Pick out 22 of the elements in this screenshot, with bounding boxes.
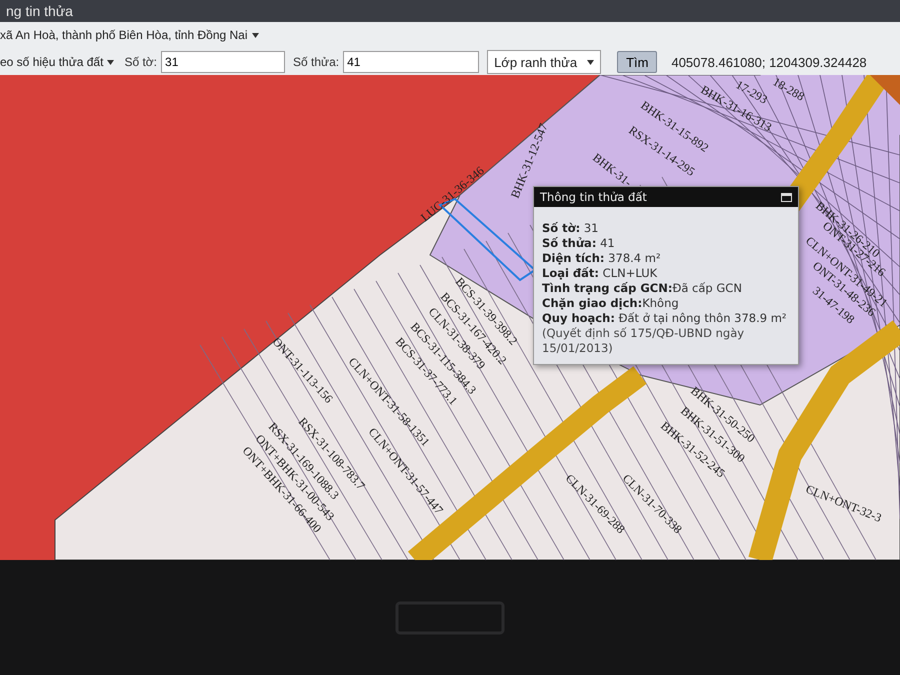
- location-dropdown[interactable]: xã An Hoà, thành phố Biên Hòa, tỉnh Đồng Nai: [0, 28, 258, 42]
- decision-note: (Quyết định số 175/QĐ-UBND ngày 15/01/2013): [542, 326, 746, 356]
- info-line: Số thửa: 41: [542, 236, 616, 251]
- info-line: Tình trạng cấp GCN:Đã cấp GCN: [542, 281, 743, 296]
- coordinates-text: 405078.461080; 1204309.324428: [671, 54, 867, 70]
- sheet-label: Số tờ:: [124, 55, 158, 69]
- info-line: Diện tích: 378.4 m²: [542, 251, 662, 266]
- maximize-icon[interactable]: [781, 192, 792, 202]
- search-button[interactable]: Tìm: [617, 51, 658, 73]
- layer-select[interactable]: Lớp ranh thửa: [487, 50, 602, 74]
- parcel-input-field[interactable]: 41: [343, 51, 480, 73]
- search-mode-dropdown[interactable]: eo số hiệu thửa đất: [0, 55, 114, 69]
- parcel-label: Số thửa:: [293, 55, 340, 69]
- info-line: Quy hoạch: Đất ở tại nông thôn 378.9 m²: [542, 311, 788, 326]
- info-line: Loại đất: CLN+LUK: [542, 266, 658, 281]
- info-line: Số tờ: 31: [542, 221, 600, 236]
- caret-icon: [587, 60, 594, 64]
- caret-icon: [252, 32, 258, 38]
- sheet-input-field[interactable]: 31: [161, 51, 286, 73]
- window-title: ng tin thửa: [0, 0, 900, 22]
- caret-icon: [107, 60, 114, 64]
- info-line: Chặn giao dịch:Không: [542, 296, 680, 311]
